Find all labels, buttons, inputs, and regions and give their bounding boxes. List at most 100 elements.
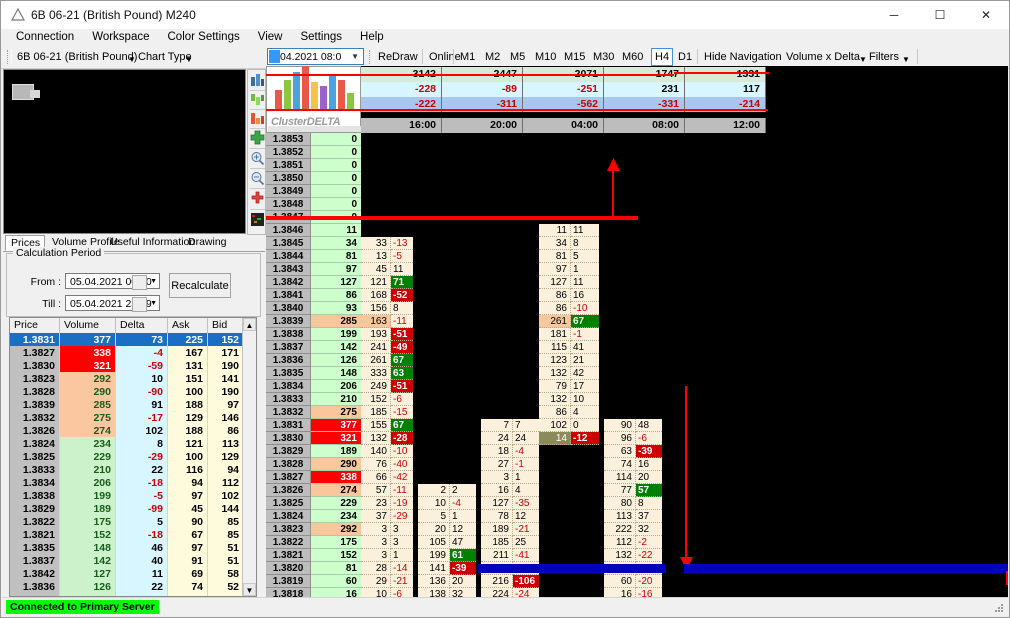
cluster-delta-cell: 61 xyxy=(450,549,476,562)
scroll-down-icon[interactable]: ▼ xyxy=(243,583,256,596)
cluster-ask-cell: 132 xyxy=(361,432,391,445)
column-header-delta[interactable]: Delta xyxy=(116,318,168,333)
cluster-ask-cell: 121 xyxy=(361,276,391,289)
cluster-delta-cell: 1 xyxy=(391,549,413,562)
cluster-ask-cell: 66 xyxy=(361,471,391,484)
column-header-price[interactable]: Price xyxy=(10,318,60,333)
maximize-button[interactable]: ☐ xyxy=(917,1,963,29)
minimize-button[interactable]: ─ xyxy=(871,1,917,29)
chevron-down-icon[interactable]: ▼ xyxy=(351,52,359,61)
from-date-input[interactable]: 05.04.2021 00:00 ▼ xyxy=(65,273,160,289)
ladder-volume: 81 xyxy=(311,562,361,575)
till-dropdown-icon[interactable]: ▼ xyxy=(150,300,157,307)
cluster-ask-cell: 181 xyxy=(539,328,571,341)
ladder-price: 1.3834 xyxy=(266,380,311,393)
ladder-volume: 189 xyxy=(311,445,361,458)
cluster-delta-cell: -1 xyxy=(571,328,599,341)
datetime-combo[interactable]: 04.2021 08:0 ▼ xyxy=(267,48,364,65)
timeframe-m30[interactable]: M30 xyxy=(593,49,614,65)
cluster-delta-cell: -14 xyxy=(391,562,413,575)
crosshair-icon[interactable] xyxy=(250,191,265,206)
cluster-ask-cell: 115 xyxy=(539,341,571,354)
timeframe-m2[interactable]: M2 xyxy=(485,49,500,65)
ladder-price: 1.3850 xyxy=(266,172,311,185)
timeframe-m15[interactable]: M15 xyxy=(564,49,585,65)
recalculate-button[interactable]: Recalculate xyxy=(169,273,231,298)
cluster-delta-cell: 7 xyxy=(513,419,539,432)
timeframe-h4[interactable]: H4 xyxy=(651,48,673,66)
prices-table[interactable]: Price Volume Delta Ask Bid 1.38313777322… xyxy=(9,317,257,597)
cluster-delta-cell: 41 xyxy=(571,341,599,354)
scroll-up-icon[interactable]: ▲ xyxy=(243,318,256,331)
header-cell: 1331 xyxy=(685,67,766,82)
up-arrow-shaft xyxy=(612,164,614,218)
cluster-ask-cell: 86 xyxy=(539,289,571,302)
cluster-ask-cell: 141 xyxy=(418,562,450,575)
ladder-price: 1.3835 xyxy=(266,367,311,380)
toolbar-grip[interactable] xyxy=(7,50,12,64)
filters-selector[interactable]: Filters xyxy=(869,49,899,65)
timeframe-m1[interactable]: M1 xyxy=(460,49,475,65)
till-date-input[interactable]: 05.04.2021 23:59 ▼ xyxy=(65,295,160,311)
cluster-chart-icon[interactable] xyxy=(250,73,265,88)
prices-table-scrollbar[interactable]: ▲ ▼ xyxy=(242,318,256,596)
zoom-out-icon[interactable] xyxy=(250,171,265,186)
tab-drawing[interactable]: Drawing xyxy=(183,235,232,251)
hide-navigation-button[interactable]: Hide Navigation xyxy=(704,49,782,65)
cluster-delta-cell: 8 xyxy=(571,237,599,250)
redraw-button[interactable]: ReDraw xyxy=(378,49,418,65)
header-line-top-right xyxy=(674,72,769,74)
menu-item-help[interactable]: Help xyxy=(351,29,393,46)
timeframe-d1[interactable]: D1 xyxy=(678,49,692,65)
timeframe-m10[interactable]: M10 xyxy=(535,49,556,65)
column-header-volume[interactable]: Volume xyxy=(60,318,116,333)
close-button[interactable]: ✕ xyxy=(963,1,1009,29)
chart-type-caret-icon[interactable]: ▼ xyxy=(185,52,193,68)
menu-item-settings[interactable]: Settings xyxy=(291,29,351,46)
logo-scrollbar[interactable] xyxy=(268,126,361,132)
chart-preview-panel[interactable] xyxy=(3,69,246,234)
instrument-selector[interactable]: 6B 06-21 (British Pound) xyxy=(17,49,137,65)
from-calendar-icon[interactable] xyxy=(132,275,147,290)
timeframe-m60[interactable]: M60 xyxy=(622,49,643,65)
volume-profile-icon[interactable] xyxy=(250,92,265,107)
till-calendar-icon[interactable] xyxy=(132,297,147,312)
cluster-delta-cell: -5 xyxy=(391,250,413,263)
column-header-bid[interactable]: Bid xyxy=(208,318,244,333)
ladder-price: 1.3852 xyxy=(266,146,311,159)
online-button[interactable]: Online xyxy=(429,49,461,65)
zoom-in-icon[interactable] xyxy=(250,151,265,166)
chart-type-selector[interactable]: Chart Type xyxy=(138,49,192,65)
cluster-delta-cell: -49 xyxy=(391,341,413,354)
cluster-delta-cell: 5 xyxy=(571,250,599,263)
menu-item-view[interactable]: View xyxy=(249,29,292,46)
from-dropdown-icon[interactable]: ▼ xyxy=(150,278,157,285)
add-indicator-icon[interactable] xyxy=(250,130,265,145)
heatmap-icon[interactable] xyxy=(250,212,265,227)
cluster-chart[interactable]: ClusterDELTA 31422447207117471331 -228-8… xyxy=(266,66,1008,598)
window-title: 6B 06-21 (British Pound) M240 xyxy=(31,8,196,22)
cluster-ask-cell: 33 xyxy=(361,237,391,250)
column-header-ask[interactable]: Ask xyxy=(168,318,208,333)
ladder-volume: 0 xyxy=(311,159,361,172)
ladder-volume: 11 xyxy=(311,224,361,237)
cluster-ask-cell: 16 xyxy=(481,484,513,497)
cluster-ask-cell: 78 xyxy=(481,510,513,523)
toolbar-grip-2[interactable] xyxy=(369,50,374,64)
ladder-price: 1.3823 xyxy=(266,523,311,536)
menu-item-connection[interactable]: Connection xyxy=(7,29,83,46)
timeframe-m5[interactable]: M5 xyxy=(510,49,525,65)
cluster-ask-cell: 14 xyxy=(539,432,571,445)
menu-item-workspace[interactable]: Workspace xyxy=(83,29,158,46)
volume-delta-selector[interactable]: Volume x Delta xyxy=(786,49,860,65)
cluster-delta-cell: -21 xyxy=(513,523,539,536)
instrument-caret-icon[interactable]: ▼ xyxy=(128,52,136,68)
resize-grip-icon[interactable] xyxy=(993,602,1005,614)
cluster-ask-cell: 3 xyxy=(481,471,513,484)
menu-item-color-settings[interactable]: Color Settings xyxy=(159,29,249,46)
ladder-price: 1.3825 xyxy=(266,497,311,510)
cluster-ask-cell: 140 xyxy=(361,445,391,458)
cluster-delta-cell: 1 xyxy=(513,471,539,484)
bar-chart-icon[interactable] xyxy=(250,111,265,126)
ladder-price: 1.3824 xyxy=(266,510,311,523)
